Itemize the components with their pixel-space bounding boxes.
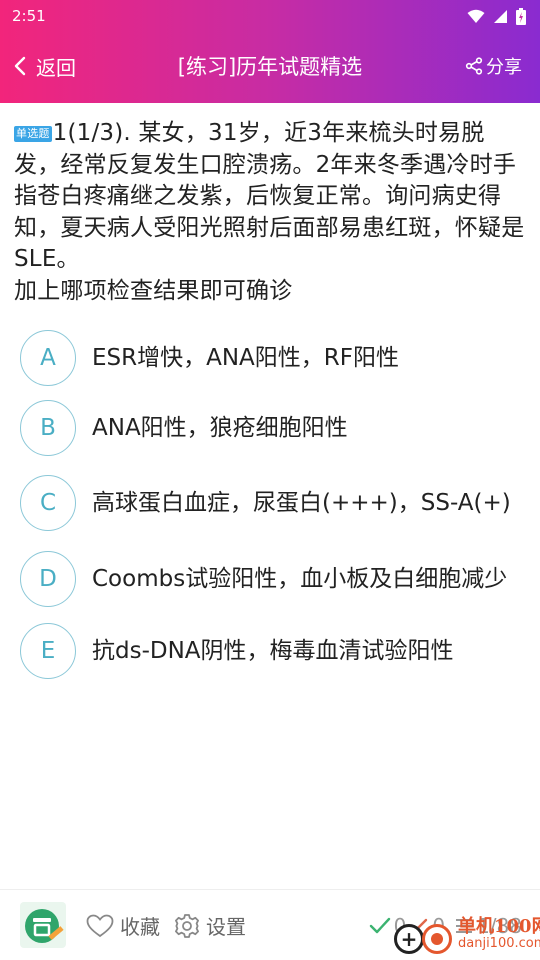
option-a[interactable]: A ESR增快，ANA阳性，RF阳性 — [20, 330, 520, 386]
answer-stats: 0 0 1/88 — [369, 890, 522, 960]
back-label: 返回 — [36, 55, 76, 80]
option-c[interactable]: C 高球蛋白血症，尿蛋白(+++)，SS-A(+) — [20, 470, 520, 536]
app-logo[interactable] — [20, 902, 66, 948]
favorite-label: 收藏 — [120, 915, 160, 939]
heart-icon — [86, 914, 114, 937]
question-text: 1(1/3). 某女，31岁，近3年来梳头时易脱发，经常反复发生口腔溃疡。2年来… — [14, 120, 525, 272]
check-icon — [369, 917, 390, 933]
share-label: 分享 — [486, 57, 522, 78]
option-text: Coombs试验阳性，血小板及白细胞减少 — [92, 565, 508, 592]
question-prompt: 加上哪项检查结果即可确诊 — [14, 277, 293, 304]
option-text: 抗ds-DNA阴性，梅毒血清试验阳性 — [92, 637, 454, 664]
settings-label: 设置 — [206, 915, 246, 939]
share-button[interactable]: 分享 — [465, 40, 522, 92]
wifi-icon — [467, 9, 485, 23]
option-e[interactable]: E 抗ds-DNA阴性，梅毒血清试验阳性 — [20, 623, 520, 679]
gear-icon — [175, 913, 199, 938]
option-text: ESR增快，ANA阳性，RF阳性 — [92, 344, 399, 371]
page-title: [练习]历年试题精选 — [177, 55, 363, 79]
app-logo-icon — [25, 909, 64, 943]
nav-bar: 返回 [练习]历年试题精选 分享 — [0, 40, 540, 92]
wrong-count: 0 — [432, 913, 446, 938]
bottom-toolbar: 收藏 设置 0 0 1/88 — [0, 889, 540, 960]
option-text: 高球蛋白血症，尿蛋白(+++)，SS-A(+) — [92, 489, 511, 516]
signal-icon — [494, 9, 507, 23]
correct-count: 0 — [393, 913, 407, 938]
question-type-badge: 单选题 — [14, 126, 52, 142]
settings-button[interactable]: 设置 — [174, 890, 246, 960]
option-letter: E — [20, 623, 76, 679]
option-letter: A — [20, 330, 76, 386]
status-icons — [467, 7, 526, 25]
option-letter: C — [20, 475, 76, 531]
chevron-left-icon — [14, 56, 26, 76]
question-progress[interactable]: 1/88 — [477, 914, 522, 938]
status-bar: 2:51 — [0, 0, 540, 32]
option-letter: B — [20, 400, 76, 456]
battery-icon — [516, 7, 526, 25]
status-time: 2:51 — [12, 7, 46, 25]
option-b[interactable]: B ANA阳性，狼疮细胞阳性 — [20, 400, 520, 456]
option-text: ANA阳性，狼疮细胞阳性 — [92, 414, 348, 441]
list-icon — [456, 918, 473, 933]
question-stem: 单选题 1(1/3). 某女，31岁，近3年来梳头时易脱发，经常反复发生口腔溃疡。… — [14, 118, 526, 307]
share-icon — [465, 57, 483, 75]
back-button[interactable]: 返回 — [14, 40, 76, 92]
option-letter: D — [20, 551, 76, 607]
option-d[interactable]: D Coombs试验阳性，血小板及白细胞减少 — [20, 546, 520, 612]
wrong-icon — [413, 918, 428, 933]
app-header: 2:51 返回 [练习]历年试题精选 分享 — [0, 0, 540, 103]
favorite-button[interactable]: 收藏 — [86, 890, 160, 960]
